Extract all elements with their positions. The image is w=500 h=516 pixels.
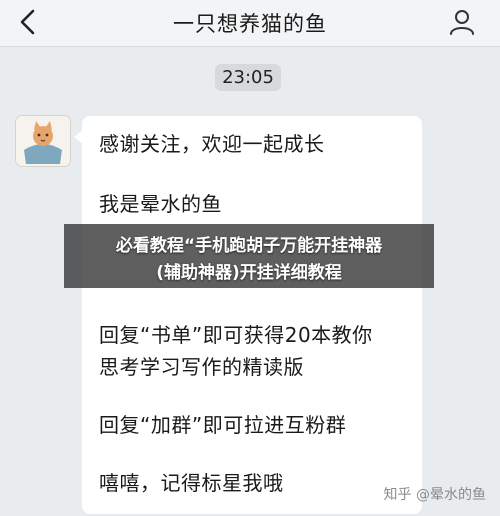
overlay-title-line2: (辅助神器)开挂详细教程 — [156, 263, 342, 283]
timestamp-text: 23:05 — [222, 67, 274, 88]
watermark-text: 知乎 @晕水的鱼 — [383, 487, 486, 503]
avatar[interactable] — [16, 116, 70, 166]
message-bubble: 感谢关注，欢迎一起成长 我是晕水的鱼 回复“书单”即可获得20本教你 思考学习写… — [74, 116, 422, 514]
overlay-banner: 必看教程“手机跑胡子万能开挂神器 (辅助神器)开挂详细教程 — [64, 224, 434, 288]
profile-button[interactable] — [446, 6, 478, 38]
message-line: 思考学习写作的精读版 — [99, 355, 304, 379]
page-title: 一只想养猫的鱼 — [173, 12, 327, 36]
person-icon — [450, 10, 474, 35]
bubble-tail — [74, 130, 83, 144]
timestamp-pill: 23:05 — [215, 64, 281, 91]
message-line: 我是晕水的鱼 — [99, 192, 222, 216]
message-line: 嘻嘻，记得标星我哦 — [99, 471, 284, 495]
cartoon-cat-avatar-icon — [16, 116, 70, 166]
message-line: 感谢关注，欢迎一起成长 — [99, 132, 325, 156]
message-line: 回复“书单”即可获得20本教你 — [99, 323, 373, 347]
message-line: 回复“加群”即可拉进互粉群 — [99, 413, 347, 437]
overlay-title-line1: 必看教程“手机跑胡子万能开挂神器 — [115, 236, 383, 256]
watermark: 知乎 @晕水的鱼 — [384, 484, 486, 504]
header-bar: 一只想养猫的鱼 — [0, 0, 500, 47]
